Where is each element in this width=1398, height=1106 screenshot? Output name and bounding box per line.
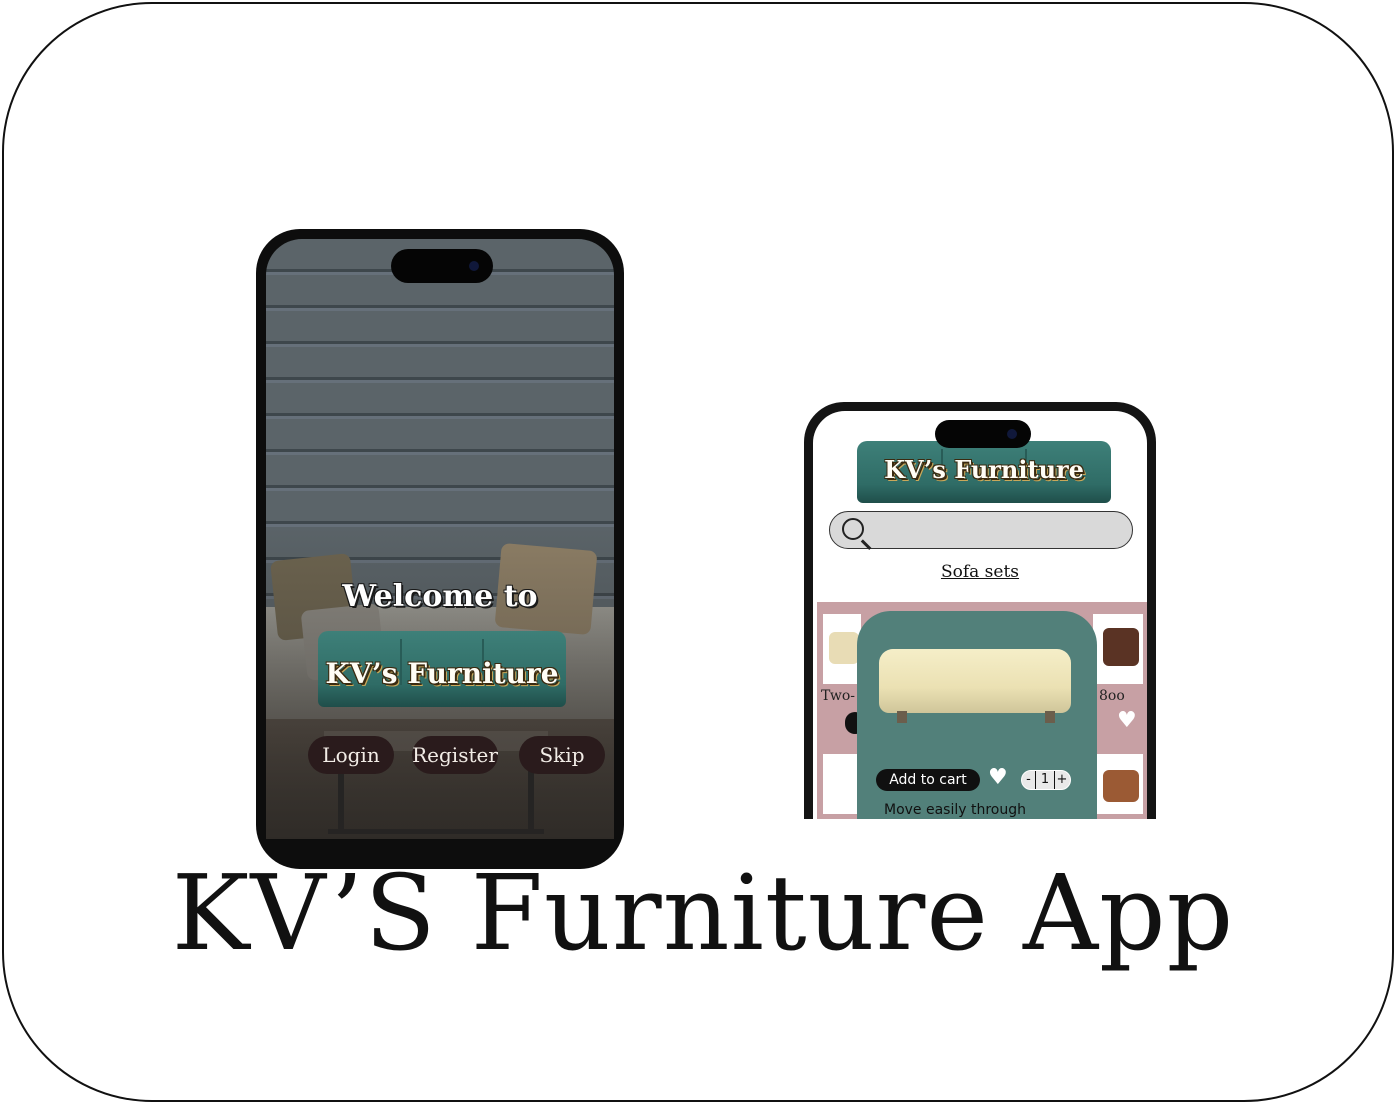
camera-icon xyxy=(1007,429,1017,439)
product-card[interactable] xyxy=(823,754,861,814)
shop-phone-mockup: KV’s Furniture Sofa sets Two- 8oo ♥ Add … xyxy=(804,402,1156,819)
product-price-label: 8oo xyxy=(1099,688,1125,704)
tab-sofa-sets[interactable]: Sofa sets xyxy=(813,562,1147,582)
product-image xyxy=(879,649,1071,713)
shop-screen: KV’s Furniture Sofa sets Two- 8oo ♥ Add … xyxy=(813,411,1147,819)
heart-icon[interactable]: ♥ xyxy=(1117,710,1137,732)
heart-icon[interactable]: ♥ xyxy=(988,767,1008,789)
dynamic-island xyxy=(935,420,1031,448)
welcome-phone-mockup: Welcome to KV’s Furniture Login Register… xyxy=(256,229,624,869)
product-image xyxy=(829,632,859,664)
brand-logo-text: KV’s Furniture xyxy=(325,657,559,690)
camera-icon xyxy=(469,261,479,271)
product-image xyxy=(1103,770,1139,802)
welcome-text: Welcome to xyxy=(342,579,538,614)
page-title: KV’S Furniture App xyxy=(171,852,1235,974)
dynamic-island xyxy=(391,249,493,283)
welcome-screen: Welcome to KV’s Furniture Login Register… xyxy=(266,239,614,839)
sofa-leg xyxy=(1045,711,1055,723)
quantity-stepper[interactable]: - 1 + xyxy=(1021,770,1071,790)
skip-button[interactable]: Skip xyxy=(519,736,605,774)
showcase-card: Welcome to KV’s Furniture Login Register… xyxy=(2,2,1394,1102)
product-name-label: Two- xyxy=(821,688,855,704)
product-description: Move easily through xyxy=(884,802,1027,818)
product-image xyxy=(1103,628,1139,666)
login-button[interactable]: Login xyxy=(308,736,394,774)
brand-logo-text: KV’s Furniture xyxy=(884,455,1084,484)
register-button[interactable]: Register xyxy=(412,736,498,774)
increment-button[interactable]: + xyxy=(1054,771,1069,789)
decrement-button[interactable]: - xyxy=(1022,771,1035,789)
add-to-cart-button[interactable]: Add to cart xyxy=(876,769,980,791)
search-icon[interactable] xyxy=(842,518,864,540)
search-input[interactable] xyxy=(829,511,1133,549)
sofa-leg xyxy=(897,711,907,723)
product-detail-popup: Add to cart ♥ - 1 + Move easily through xyxy=(857,611,1097,819)
quantity-value: 1 xyxy=(1035,771,1054,789)
